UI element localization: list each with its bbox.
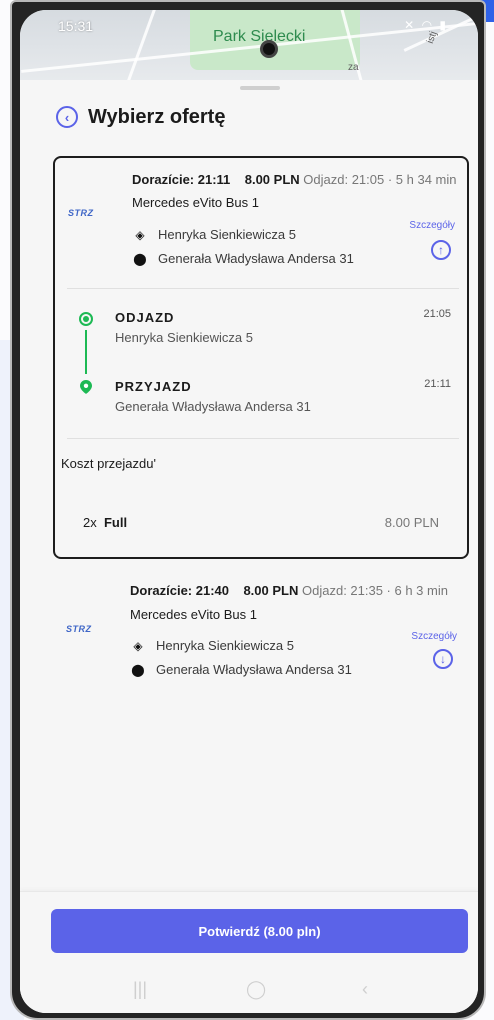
offer-summary-line: Dorazície: 21:40 8.00 PLN Odjazd: 21:35 … xyxy=(130,583,448,598)
arrow-up-circle-icon[interactable]: ↑ xyxy=(431,240,451,260)
offer-schedule: Odjazd: 21:05 · 5 h 34 min xyxy=(303,172,457,187)
details-link[interactable]: Szczegóły xyxy=(409,220,455,231)
system-nav-bar: ||| ◯ ‹ xyxy=(20,967,478,1013)
page-title: Wybierz ofertę xyxy=(88,105,226,128)
back-nav-icon[interactable]: ‹ xyxy=(362,979,368,1000)
front-camera xyxy=(260,40,278,58)
map-view[interactable]: Park Sielecki za istj 15:31 ✕ ◠ ▮ xyxy=(20,10,478,80)
cost-label: Koszt przejazdu' xyxy=(61,456,156,471)
operator-logo: STRZ xyxy=(68,208,94,218)
details-link[interactable]: Szczegóły xyxy=(411,631,457,642)
wifi-icon: ◠ xyxy=(421,18,435,32)
origin-target-icon: ◈ xyxy=(135,227,145,242)
ticket-price: 8.00 PLN xyxy=(384,515,439,530)
segment-arrival-title: PRZYJAZD xyxy=(115,379,192,394)
offer-card-selected[interactable]: STRZ Dorazície: 21:11 8.00 PLN Odjazd: 2… xyxy=(53,156,469,559)
card-divider xyxy=(67,288,459,289)
offer-to: Generała Władysława Andersa 31 xyxy=(156,662,352,677)
offer-from: Henryka Sienkiewicza 5 xyxy=(158,227,297,242)
offer-to: Generała Władysława Andersa 31 xyxy=(158,251,354,266)
map-street-label: za xyxy=(348,62,359,73)
offer-sheet: ‹ Wybierz ofertę STRZ Dorazície: 21:11 8… xyxy=(20,80,478,1013)
chevron-left-icon: ‹ xyxy=(64,109,70,125)
origin-target-icon: ◈ xyxy=(133,638,143,653)
segment-departure-address: Henryka Sienkiewicza 5 xyxy=(115,330,254,345)
arrow-down-circle-icon[interactable]: ↓ xyxy=(433,649,453,669)
offer-schedule: Odjazd: 21:35 · 6 h 3 min xyxy=(302,583,448,598)
home-icon[interactable]: ◯ xyxy=(246,979,266,1000)
offer-departure-label: Dorazície: 21:11 xyxy=(132,172,231,187)
segment-departure-title: ODJAZD xyxy=(115,310,175,325)
ticket-line: 2x Full xyxy=(83,515,127,530)
offer-vehicle: Mercedes eVito Bus 1 xyxy=(132,195,259,210)
offer-vehicle: Mercedes eVito Bus 1 xyxy=(130,607,257,622)
offer-card[interactable]: STRZ Dorazície: 21:40 8.00 PLN Odjazd: 2… xyxy=(53,574,469,694)
offer-price: 8.00 PLN xyxy=(243,583,299,598)
timeline-origin-icon xyxy=(79,312,93,326)
offer-to-row: ⬤ Generała Władysława Andersa 31 xyxy=(133,251,354,266)
status-icons: ✕ ◠ ▮ xyxy=(404,18,448,32)
status-bar: 15:31 ✕ ◠ ▮ xyxy=(20,18,478,38)
phone-frame: Park Sielecki za istj 15:31 ✕ ◠ ▮ ‹ Wybi… xyxy=(10,0,486,1020)
confirm-button[interactable]: Potwierdź (8.00 pln) xyxy=(51,909,468,953)
timeline-line xyxy=(85,330,87,374)
segment-arrival-address: Generała Władysława Andersa 31 xyxy=(115,399,311,414)
segment-arrival-time: 21:11 xyxy=(424,378,451,390)
segment-departure-time: 21:05 xyxy=(423,308,451,320)
offer-departure-label: Dorazície: 21:40 xyxy=(130,583,229,598)
sheet-header: ‹ Wybierz ofertę xyxy=(56,104,225,130)
offer-from: Henryka Sienkiewicza 5 xyxy=(156,638,295,653)
battery-icon: ▮ xyxy=(439,18,448,32)
mute-icon: ✕ xyxy=(404,18,417,32)
offer-to-row: ⬤ Generała Władysława Andersa 31 xyxy=(131,662,352,677)
status-time: 15:31 xyxy=(58,18,94,34)
destination-pin-icon: ⬤ xyxy=(131,662,145,677)
sheet-drag-handle[interactable] xyxy=(240,86,280,90)
recent-apps-icon[interactable]: ||| xyxy=(133,979,147,1000)
timeline-destination-pin-icon xyxy=(80,380,92,394)
back-button[interactable]: ‹ xyxy=(56,106,78,128)
ticket-type: Full xyxy=(103,515,128,530)
ticket-qty: 2x xyxy=(83,515,97,530)
offer-price: 8.00 PLN xyxy=(244,172,300,187)
destination-pin-icon: ⬤ xyxy=(133,251,147,266)
operator-logo: STRZ xyxy=(66,624,92,634)
phone-screen: Park Sielecki za istj 15:31 ✕ ◠ ▮ ‹ Wybi… xyxy=(20,10,478,1013)
offer-from-row: ◈ Henryka Sienkiewicza 5 xyxy=(131,638,294,653)
offer-summary-line: Dorazície: 21:11 8.00 PLN Odjazd: 21:05 … xyxy=(132,172,456,187)
card-divider xyxy=(67,438,459,439)
offer-from-row: ◈ Henryka Sienkiewicza 5 xyxy=(133,227,296,242)
